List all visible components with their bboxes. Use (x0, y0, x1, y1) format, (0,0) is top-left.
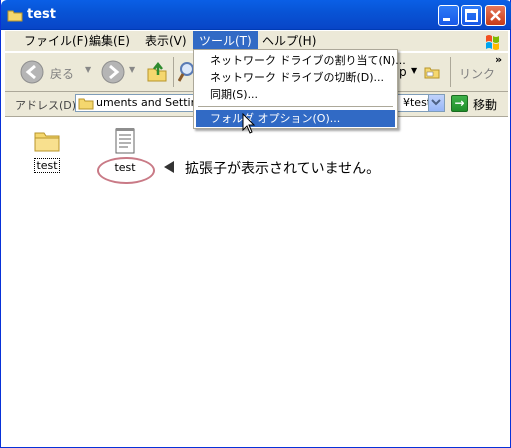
menu-view[interactable]: 表示(V) (139, 31, 193, 51)
menu-item-synchronize[interactable]: 同期(S)... (196, 86, 395, 103)
minimize-icon (443, 18, 450, 21)
views-dropdown-icon[interactable]: ▼ (411, 66, 417, 75)
toolbar-separator (450, 57, 451, 87)
annotation-arrow-icon (164, 161, 174, 173)
folder-up-icon[interactable] (145, 60, 169, 84)
forward-dropdown-icon[interactable]: ▼ (129, 65, 135, 74)
menu-separator (198, 106, 393, 107)
window-title: test (27, 7, 56, 22)
toolbar-separator (173, 57, 174, 87)
maximize-button[interactable] (461, 5, 482, 26)
title-bar[interactable]: test (1, 0, 511, 30)
text-file-icon (115, 128, 135, 154)
address-value-tail: ¥test (403, 96, 432, 109)
menu-tools[interactable]: ツール(T) (193, 31, 258, 51)
menu-edit[interactable]: 編集(E) (83, 31, 136, 51)
file-item-folder[interactable]: test (22, 127, 72, 173)
windows-logo-icon (486, 35, 499, 50)
chevron-right-icon[interactable]: » (495, 53, 502, 66)
back-arrow-icon (20, 60, 44, 84)
address-value: uments and Settine (96, 96, 205, 109)
menu-help[interactable]: ヘルプ(H) (256, 31, 322, 51)
links-label[interactable]: リンク (459, 65, 495, 82)
folder-icon (34, 132, 60, 152)
menu-item-folder-options[interactable]: フォルダ オプション(O)... (196, 110, 395, 127)
minimize-button[interactable] (438, 5, 459, 26)
close-icon (490, 10, 501, 21)
folders-view-icon[interactable] (424, 64, 440, 80)
annotation-circle (97, 157, 155, 184)
back-dropdown-icon[interactable]: ▼ (85, 65, 91, 74)
mouse-cursor-icon (242, 113, 256, 134)
folder-icon (78, 98, 94, 110)
address-dropdown-button[interactable] (428, 95, 444, 111)
tools-menu-dropdown: ネットワーク ドライブの割り当て(N)... ネットワーク ドライブの切断(D)… (193, 49, 406, 129)
chevron-down-icon (431, 99, 441, 106)
close-button[interactable] (485, 5, 506, 26)
go-label: 移動 (473, 98, 498, 112)
back-label: 戻る (50, 67, 75, 81)
address-label: アドレス(D) (15, 99, 77, 112)
go-arrow-icon: → (451, 95, 468, 112)
menu-item-disconnect-network-drive[interactable]: ネットワーク ドライブの切断(D)... (196, 69, 395, 86)
back-button[interactable]: 戻る (19, 59, 83, 85)
file-label: test (34, 158, 60, 173)
folder-icon (7, 10, 23, 22)
annotation-text: 拡張子が表示されていません。 (185, 161, 381, 177)
go-button[interactable]: → 移動 (451, 95, 507, 113)
explorer-window: test ファイル(F) 編集(E) 表示(V) ツール(T) ヘルプ(H) 戻… (0, 0, 511, 448)
forward-arrow-icon[interactable] (100, 59, 126, 85)
menu-item-map-network-drive[interactable]: ネットワーク ドライブの割り当て(N)... (196, 52, 406, 69)
maximize-icon (465, 9, 478, 22)
